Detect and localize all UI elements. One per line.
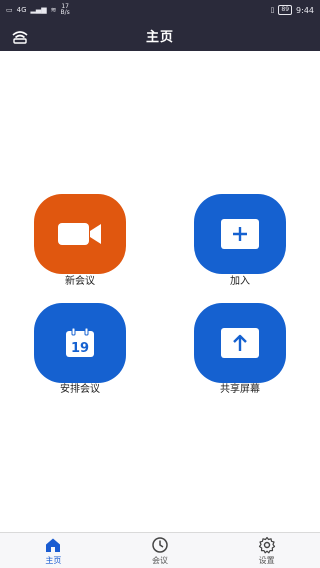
- status-right: ▯ 89 9:44: [271, 5, 314, 15]
- signal-icon: ▂▄▆: [30, 5, 47, 14]
- tab-meetings-label: 会议: [152, 555, 168, 565]
- tab-home-label: 主页: [45, 555, 62, 565]
- share-screen-label: 共享屏幕: [220, 384, 260, 395]
- status-left: ▭ 4G ▂▄▆ ≋ 17 B/s: [6, 4, 70, 16]
- schedule-meeting-label: 安排会议: [60, 384, 100, 395]
- vibrate-icon: ▯: [270, 5, 275, 14]
- battery-icon: 89: [278, 5, 293, 15]
- new-meeting-button[interactable]: [34, 194, 126, 274]
- share-screen-icon: [221, 328, 259, 358]
- wifi-icon: ≋: [50, 5, 57, 14]
- clock-icon: [152, 536, 168, 553]
- main-content: 新会议 加入 19 安排会议 共享屏幕: [0, 51, 320, 532]
- app-bar: 主页: [0, 20, 320, 51]
- bottom-tab-bar: 主页 会议 设置: [0, 532, 320, 568]
- battery-level: 89: [281, 6, 290, 13]
- video-camera-icon: [58, 223, 101, 245]
- schedule-meeting-button[interactable]: 19: [34, 303, 126, 383]
- status-bar: ▭ 4G ▂▄▆ ≋ 17 B/s ▯ 89 9:44: [0, 0, 320, 20]
- connection-status-icon[interactable]: [10, 26, 30, 46]
- join-meeting-button[interactable]: [194, 194, 286, 274]
- plus-icon: [221, 219, 259, 249]
- network-speed: 17 B/s: [61, 4, 70, 16]
- home-icon: [46, 538, 61, 552]
- gear-icon: [258, 536, 275, 553]
- share-screen-button[interactable]: [194, 303, 286, 383]
- new-meeting-label: 新会议: [65, 276, 95, 287]
- network-speed-unit: B/s: [60, 9, 70, 16]
- sim-card-icon: ▭: [6, 5, 13, 14]
- tab-settings-label: 设置: [258, 555, 275, 565]
- network-type: 4G: [16, 5, 27, 14]
- join-meeting-label: 加入: [230, 276, 250, 287]
- tab-settings[interactable]: 设置: [213, 533, 320, 568]
- tab-meetings[interactable]: 会议: [107, 533, 214, 568]
- tab-home[interactable]: 主页: [0, 533, 107, 568]
- clock-time: 9:44: [296, 5, 314, 15]
- calendar-icon: 19: [66, 327, 94, 357]
- calendar-day-number: 19: [71, 341, 89, 356]
- page-title: 主页: [145, 30, 174, 45]
